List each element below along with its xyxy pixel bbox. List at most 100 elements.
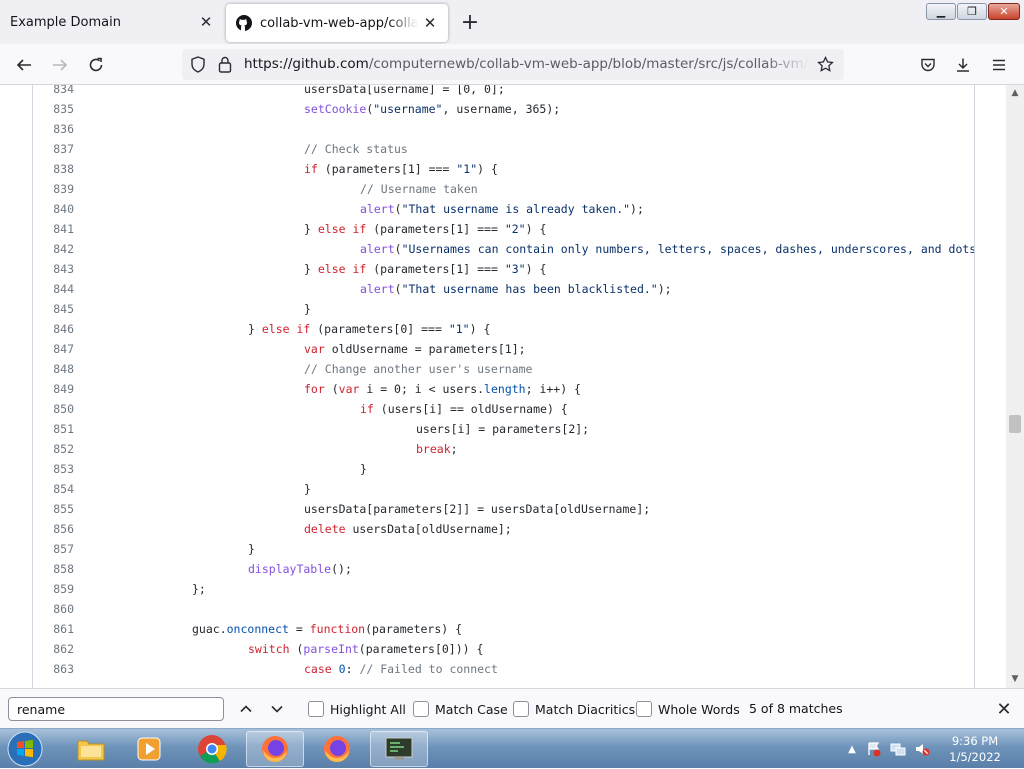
close-find-bar-button[interactable]: ✕ [992, 697, 1016, 721]
media-player-taskbar-button[interactable] [120, 731, 178, 767]
line-number[interactable]: 849 [33, 379, 74, 399]
firefox-taskbar-button-1[interactable] [246, 731, 304, 767]
tracking-shield-icon[interactable] [190, 56, 206, 77]
forward-button[interactable] [45, 50, 75, 80]
network-icon[interactable] [890, 741, 906, 757]
line-number[interactable]: 837 [33, 139, 74, 159]
line-number[interactable]: 848 [33, 359, 74, 379]
volume-muted-icon[interactable] [914, 741, 930, 757]
line-number[interactable]: 836 [33, 119, 74, 139]
code-text: if (parameters[1] === "1") { [304, 162, 498, 176]
line-number[interactable]: 854 [33, 479, 74, 499]
find-previous-button[interactable] [234, 697, 258, 721]
app-menu-button[interactable] [984, 50, 1014, 80]
code-line: 840 alert("That username is already taken… [33, 199, 974, 219]
windows-taskbar: ▲ 9:36 PM 1/5/2022 [0, 728, 1024, 768]
find-next-button[interactable] [265, 697, 289, 721]
explorer-taskbar-button[interactable] [62, 731, 120, 767]
restore-window-button[interactable]: ❐ [957, 3, 987, 20]
start-button[interactable] [4, 730, 46, 768]
line-number[interactable]: 863 [33, 659, 74, 679]
vertical-scrollbar[interactable]: ▲ ▼ [1006, 85, 1024, 688]
line-number[interactable]: 841 [33, 219, 74, 239]
show-hidden-icons-icon[interactable]: ▲ [844, 741, 860, 757]
line-number[interactable]: 843 [33, 259, 74, 279]
chrome-taskbar-button[interactable] [183, 731, 241, 767]
code-line: 853} [33, 459, 974, 479]
checkbox[interactable] [636, 701, 652, 717]
firefox-taskbar-button-2[interactable] [308, 731, 366, 767]
pocket-button[interactable] [913, 50, 943, 80]
line-number[interactable]: 844 [33, 279, 74, 299]
line-number[interactable]: 845 [33, 299, 74, 319]
tab-strip: Example Domain ✕ collab-vm-web-app/colla… [0, 0, 1024, 44]
close-tab-icon[interactable]: ✕ [418, 11, 442, 35]
line-number[interactable]: 838 [33, 159, 74, 179]
line-number[interactable]: 847 [33, 339, 74, 359]
close-tab-icon[interactable]: ✕ [194, 10, 218, 34]
line-number[interactable]: 855 [33, 499, 74, 519]
line-number[interactable]: 846 [33, 319, 74, 339]
line-number[interactable]: 862 [33, 639, 74, 659]
back-button[interactable] [9, 50, 39, 80]
line-number[interactable]: 852 [33, 439, 74, 459]
line-number[interactable]: 857 [33, 539, 74, 559]
reload-button[interactable] [81, 50, 111, 80]
line-number[interactable]: 861 [33, 619, 74, 639]
match-case-checkbox[interactable]: Match Case [413, 699, 508, 719]
action-center-icon[interactable] [866, 741, 882, 757]
line-number[interactable]: 839 [33, 179, 74, 199]
find-match-count: 5 of 8 matches [749, 701, 843, 716]
code-text: // Change another user's username [304, 362, 533, 376]
url-bar[interactable]: https://github.com/computernewb/collab-v… [182, 49, 844, 80]
code-text: alert("Usernames can contain only number… [360, 242, 974, 256]
find-input[interactable] [8, 697, 224, 721]
page-content: 834 usersData[username] = [0, 0]; 835 setCo… [0, 85, 1006, 688]
scroll-down-icon[interactable]: ▼ [1006, 672, 1024, 686]
minimize-window-button[interactable]: ▁ [926, 3, 956, 20]
line-number[interactable]: 850 [33, 399, 74, 419]
line-number[interactable]: 840 [33, 199, 74, 219]
line-number[interactable]: 842 [33, 239, 74, 259]
navigation-toolbar: https://github.com/computernewb/collab-v… [0, 44, 1024, 85]
checkbox-label: Match Case [435, 701, 508, 717]
checkbox[interactable] [413, 701, 429, 717]
line-number[interactable]: 834 [33, 85, 74, 99]
url-text[interactable]: https://github.com/computernewb/collab-v… [244, 49, 809, 80]
bookmark-star-icon[interactable] [817, 55, 834, 77]
code-text: delete usersData[oldUsername]; [304, 522, 512, 536]
line-number[interactable]: 858 [33, 559, 74, 579]
line-number[interactable]: 860 [33, 599, 74, 619]
code-text: displayTable(); [248, 562, 352, 576]
arrow-left-icon [16, 59, 31, 71]
find-bar: Highlight All Match Case Match Diacritic… [0, 688, 1024, 728]
firefox-icon [262, 736, 288, 762]
code-text: case 0: // Failed to connect [304, 662, 498, 676]
line-number[interactable]: 853 [33, 459, 74, 479]
scroll-up-icon[interactable]: ▲ [1006, 86, 1024, 100]
tab-example-domain[interactable]: Example Domain ✕ [0, 0, 224, 44]
line-number[interactable]: 851 [33, 419, 74, 439]
restore-icon: ❐ [967, 5, 977, 18]
terminal-taskbar-button[interactable] [370, 731, 428, 767]
checkbox[interactable] [308, 701, 324, 717]
code-text: }; [192, 582, 206, 596]
whole-words-checkbox[interactable]: Whole Words [636, 699, 740, 719]
new-tab-button[interactable]: + [456, 8, 484, 36]
tab-collab-vm[interactable]: collab-vm-web-app/collab-vm ✕ [226, 4, 448, 42]
match-diacritics-checkbox[interactable]: Match Diacritics [513, 699, 635, 719]
highlight-all-checkbox[interactable]: Highlight All [308, 699, 406, 719]
lock-icon[interactable] [218, 56, 232, 77]
close-window-button[interactable]: ✕ [988, 3, 1020, 20]
scrollbar-thumb[interactable] [1009, 415, 1021, 433]
checkbox[interactable] [513, 701, 529, 717]
line-number[interactable]: 835 [33, 99, 74, 119]
line-number[interactable]: 859 [33, 579, 74, 599]
terminal-icon [385, 737, 413, 760]
chrome-icon [198, 735, 227, 764]
taskbar-clock[interactable]: 9:36 PM 1/5/2022 [940, 733, 1010, 765]
code-text: // Username taken [360, 182, 478, 196]
downloads-button[interactable] [948, 50, 978, 80]
code-text: } else if (parameters[1] === "2") { [304, 222, 547, 236]
line-number[interactable]: 856 [33, 519, 74, 539]
